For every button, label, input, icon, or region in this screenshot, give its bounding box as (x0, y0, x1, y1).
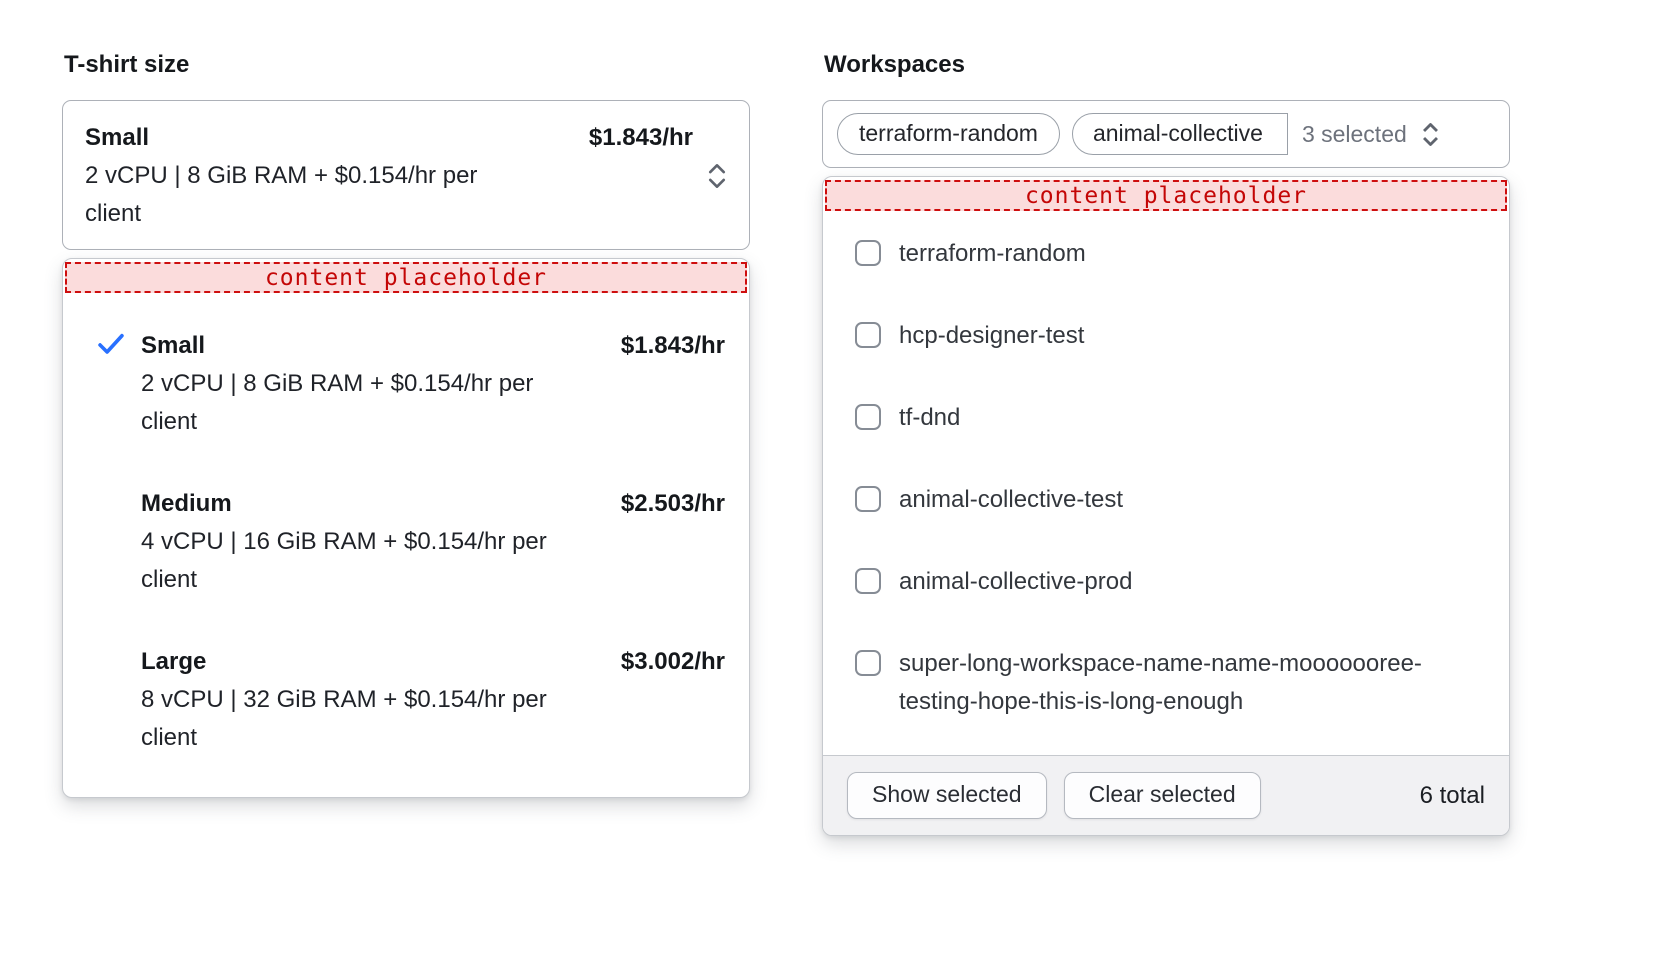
selected-count-label: 3 selected (1302, 121, 1407, 148)
option-title: Medium (141, 485, 232, 523)
tshirt-trigger-title: Small (85, 119, 149, 157)
option-price: $3.002/hr (621, 643, 725, 681)
tshirt-size-select-trigger[interactable]: Small $1.843/hr 2 vCPU | 8 GiB RAM + $0.… (62, 100, 750, 250)
check-icon (97, 332, 125, 356)
option-description: 8 vCPU | 32 GiB RAM + $0.154/hr per clie… (141, 681, 555, 757)
workspace-option-label: terraform-random (899, 235, 1086, 273)
workspace-option-terraform-random[interactable]: terraform-random (855, 235, 1493, 273)
content-placeholder-banner: content placeholder (65, 262, 747, 293)
tshirt-option-small[interactable]: Small $1.843/hr 2 vCPU | 8 GiB RAM + $0.… (97, 327, 725, 441)
workspaces-option-list: terraform-random hcp-designer-test tf-dn… (823, 211, 1509, 755)
option-description: 2 vCPU | 8 GiB RAM + $0.154/hr per clien… (141, 365, 555, 441)
workspace-checkbox[interactable] (855, 568, 881, 594)
workspace-checkbox[interactable] (855, 486, 881, 512)
tshirt-size-section: T-shirt size Small $1.843/hr 2 vCPU | 8 … (62, 46, 750, 836)
option-check-gutter (97, 327, 141, 441)
workspace-checkbox[interactable] (855, 322, 881, 348)
option-price: $1.843/hr (621, 327, 725, 365)
workspace-checkbox[interactable] (855, 404, 881, 430)
workspace-checkbox[interactable] (855, 240, 881, 266)
tshirt-trigger-price: $1.843/hr (589, 119, 693, 157)
option-description: 4 vCPU | 16 GiB RAM + $0.154/hr per clie… (141, 523, 555, 599)
tshirt-option-list: Small $1.843/hr 2 vCPU | 8 GiB RAM + $0.… (63, 293, 749, 797)
workspace-option-animal-collective-test[interactable]: animal-collective-test (855, 481, 1493, 519)
workspace-option-tf-dnd[interactable]: tf-dnd (855, 399, 1493, 437)
workspaces-multiselect-trigger[interactable]: terraform-random animal-collective 3 sel… (822, 100, 1510, 168)
workspace-option-label: animal-collective-test (899, 481, 1123, 519)
option-check-gutter (97, 643, 141, 757)
workspace-option-super-long-workspace[interactable]: super-long-workspace-name-name-moooooore… (855, 645, 1493, 721)
tshirt-option-medium[interactable]: Medium $2.503/hr 4 vCPU | 16 GiB RAM + $… (97, 485, 725, 599)
tag-animal-collective: animal-collective (1072, 113, 1288, 155)
workspaces-dropdown-footer: Show selected Clear selected 6 total (823, 755, 1509, 835)
tshirt-trigger-content: Small $1.843/hr 2 vCPU | 8 GiB RAM + $0.… (85, 119, 693, 233)
tshirt-size-label: T-shirt size (64, 50, 750, 80)
tshirt-trigger-description: 2 vCPU | 8 GiB RAM + $0.154/hr per clien… (85, 157, 535, 233)
content-placeholder-banner: content placeholder (825, 180, 1507, 211)
chevron-up-down-icon (1419, 121, 1442, 148)
option-check-gutter (97, 485, 141, 599)
workspace-option-label: hcp-designer-test (899, 317, 1084, 355)
workspace-option-label: tf-dnd (899, 399, 960, 437)
workspace-checkbox[interactable] (855, 650, 881, 676)
option-title: Small (141, 327, 205, 365)
page: T-shirt size Small $1.843/hr 2 vCPU | 8 … (0, 0, 1672, 836)
option-price: $2.503/hr (621, 485, 725, 523)
workspace-option-label: super-long-workspace-name-name-moooooore… (899, 645, 1489, 721)
total-count-label: 6 total (1420, 782, 1485, 810)
option-title: Large (141, 643, 206, 681)
show-selected-button[interactable]: Show selected (847, 772, 1047, 819)
tag-terraform-random: terraform-random (837, 113, 1060, 155)
workspaces-dropdown: content placeholder terraform-random hcp… (822, 176, 1510, 836)
workspaces-section: Workspaces terraform-random animal-colle… (822, 46, 1510, 836)
workspace-option-hcp-designer-test[interactable]: hcp-designer-test (855, 317, 1493, 355)
tshirt-option-large[interactable]: Large $3.002/hr 8 vCPU | 32 GiB RAM + $0… (97, 643, 725, 757)
clear-selected-button[interactable]: Clear selected (1064, 772, 1261, 819)
chevron-up-down-icon (705, 162, 729, 190)
workspace-option-label: animal-collective-prod (899, 563, 1132, 601)
tshirt-size-dropdown: content placeholder Small $1.843/hr 2 vC… (62, 258, 750, 798)
workspace-option-animal-collective-prod[interactable]: animal-collective-prod (855, 563, 1493, 601)
workspaces-label: Workspaces (824, 50, 1510, 80)
